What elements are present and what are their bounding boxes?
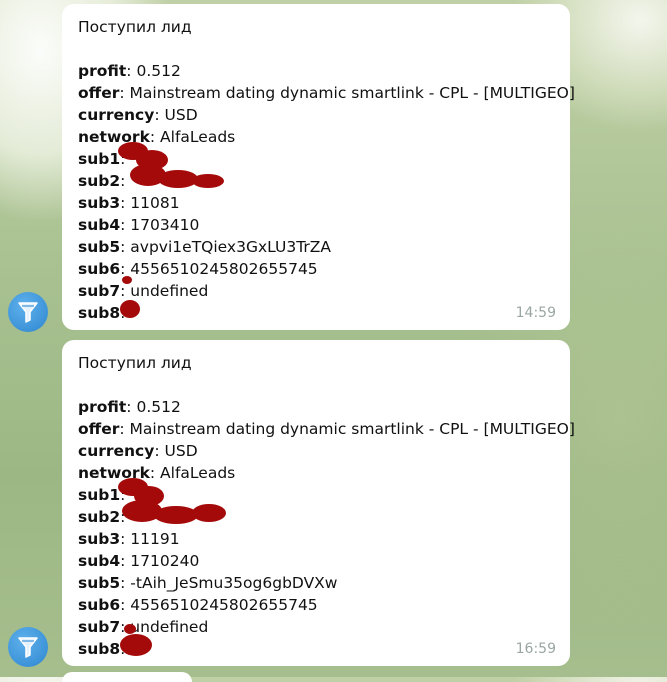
field-currency: currency: USD — [78, 106, 198, 124]
field-sub7: sub7: undefined — [78, 276, 554, 302]
field-sub4: sub4: 1710240 — [78, 552, 200, 570]
field-sub2: sub2: — [78, 164, 554, 192]
bot-avatar[interactable] — [8, 627, 48, 667]
message-bubble[interactable]: Поступил лид profit: 0.512 offer: Mainst… — [62, 4, 575, 330]
redaction-mark — [192, 174, 224, 188]
field-sub5: sub5: avpvi1eTQiex3GxLU3TrZA — [78, 238, 331, 256]
redaction-mark — [192, 504, 226, 522]
field-offer: offer: Mainstream dating dynamic smartli… — [78, 420, 575, 438]
field-sub5: sub5: -tAih_JeSmu35og6gbDVXw — [78, 574, 338, 592]
bot-avatar[interactable] — [8, 292, 48, 332]
field-sub6: sub6: 4556510245802655745 — [78, 596, 318, 614]
field-currency: currency: USD — [78, 442, 198, 460]
field-sub3: sub3: 11081 — [78, 194, 180, 212]
field-network: network: AlfaLeads — [78, 128, 236, 146]
redaction-mark — [122, 276, 132, 284]
field-sub8: sub8: — [78, 634, 554, 660]
message-title: Поступил лид — [78, 354, 192, 372]
field-profit: profit: 0.512 — [78, 398, 181, 416]
field-sub4: sub4: 1703410 — [78, 216, 200, 234]
field-sub8: sub8: — [78, 300, 554, 324]
field-sub6: sub6: 4556510245802655745 — [78, 260, 318, 278]
message-bubble[interactable]: Поступил лид profit: 0.512 offer: Mainst… — [62, 340, 575, 666]
field-profit: profit: 0.512 — [78, 62, 181, 80]
field-sub3: sub3: 11191 — [78, 530, 180, 548]
redaction-mark — [120, 300, 140, 318]
redaction-mark — [154, 506, 198, 524]
message-timestamp: 14:59 — [515, 305, 556, 321]
next-message-edge — [62, 672, 192, 682]
message-timestamp: 16:59 — [515, 641, 556, 657]
field-sub7: sub7: undefined — [78, 618, 209, 636]
redaction-mark — [120, 634, 152, 656]
field-network: network: AlfaLeads — [78, 464, 236, 482]
message-title: Поступил лид — [78, 18, 192, 36]
funnel-icon — [18, 302, 38, 323]
field-offer: offer: Mainstream dating dynamic smartli… — [78, 84, 575, 102]
field-sub2: sub2: — [78, 500, 554, 528]
redaction-mark — [124, 624, 136, 634]
chat-area[interactable]: Поступил лид profit: 0.512 offer: Mainst… — [0, 0, 667, 682]
funnel-icon — [18, 637, 38, 658]
